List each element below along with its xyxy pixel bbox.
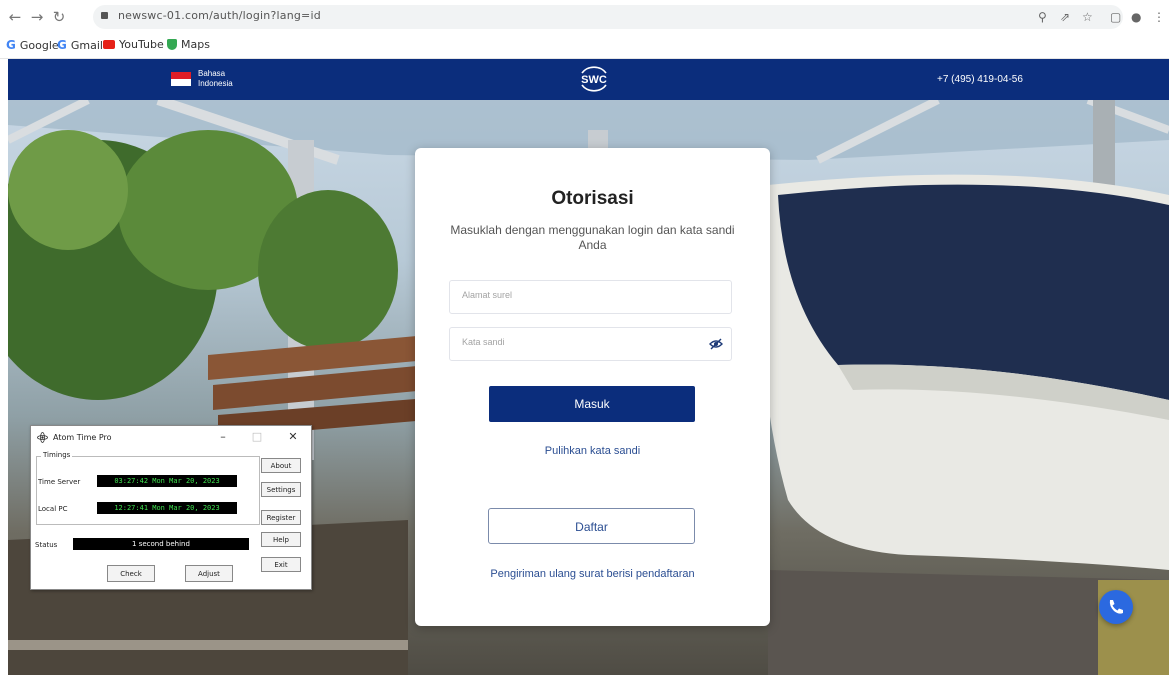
call-button[interactable] <box>1099 590 1133 624</box>
google-g-icon: G <box>57 38 67 52</box>
login-title: Otorisasi <box>551 188 634 209</box>
maximize-icon[interactable]: □ <box>249 430 265 443</box>
settings-button[interactable]: Settings <box>261 482 301 497</box>
swc-logo[interactable]: SWC <box>574 64 614 94</box>
register-button[interactable]: Daftar <box>488 508 695 544</box>
bookmark-google[interactable]: G Google <box>6 38 59 52</box>
zoom-icon[interactable]: ⚲ <box>1038 10 1047 24</box>
profile-avatar-icon[interactable]: ● <box>1131 10 1141 24</box>
atomtime-title: Atom Time Pro <box>53 433 112 442</box>
password-field[interactable] <box>449 327 732 361</box>
password-input[interactable] <box>460 336 704 348</box>
bookmarks-bar: G Google G Gmail YouTube Maps <box>0 34 1169 59</box>
bookmark-star-icon[interactable]: ☆ <box>1082 10 1093 24</box>
sidepanel-icon[interactable]: ▢ <box>1110 10 1121 24</box>
lock-icon[interactable] <box>101 12 108 19</box>
email-input[interactable] <box>460 289 704 301</box>
youtube-icon <box>103 40 115 49</box>
phone-icon <box>1109 600 1123 614</box>
forward-arrow-icon[interactable]: → <box>28 8 46 26</box>
eye-off-icon[interactable] <box>709 338 723 350</box>
check-button[interactable]: Check <box>107 565 155 582</box>
login-card: Otorisasi Masuklah dengan menggunakan lo… <box>415 148 770 626</box>
help-button[interactable]: Help <box>261 532 301 547</box>
atomtime-window: Atom Time Pro – □ ✕ Timings Time Server … <box>30 425 312 590</box>
time-server-label: Time Server <box>38 478 81 486</box>
language-selector[interactable]: Bahasa Indonesia <box>198 69 233 89</box>
bookmark-maps[interactable]: Maps <box>167 38 210 51</box>
exit-button[interactable]: Exit <box>261 557 301 572</box>
indonesia-flag-icon[interactable] <box>171 72 191 86</box>
reload-icon[interactable]: ↻ <box>50 8 68 26</box>
time-server-value: 03:27:42 Mon Mar 20, 2023 <box>97 475 237 487</box>
browser-toolbar: ← → ↻ newswc-01.com/auth/login?lang=id ⚲… <box>0 0 1169 34</box>
menu-kebab-icon[interactable]: ⋮ <box>1153 10 1165 24</box>
adjust-button[interactable]: Adjust <box>185 565 233 582</box>
share-icon[interactable]: ⇗ <box>1060 10 1070 24</box>
local-pc-value: 12:27:41 Mon Mar 20, 2023 <box>97 502 237 514</box>
reset-password-link[interactable]: Pulihkan kata sandi <box>415 445 770 457</box>
local-pc-label: Local PC <box>38 505 68 513</box>
maps-icon <box>167 39 177 50</box>
bookmark-youtube[interactable]: YouTube <box>103 38 164 51</box>
phone-number[interactable]: +7 (495) 419-04-56 <box>937 74 1023 85</box>
bookmark-gmail[interactable]: G Gmail <box>57 38 103 52</box>
timings-group-label: Timings <box>41 451 73 459</box>
svg-text:SWC: SWC <box>581 74 607 86</box>
minimize-icon[interactable]: – <box>215 430 231 443</box>
status-label: Status <box>35 541 58 549</box>
resend-registration-link[interactable]: Pengiriman ulang surat berisi pendaftara… <box>415 568 770 580</box>
login-submit-button[interactable]: Masuk <box>489 386 695 422</box>
close-icon[interactable]: ✕ <box>285 430 301 443</box>
status-value: 1 second behind <box>73 538 249 550</box>
about-button[interactable]: About <box>261 458 301 473</box>
email-field[interactable] <box>449 280 732 314</box>
back-arrow-icon[interactable]: ← <box>6 8 24 26</box>
site-header: Bahasa Indonesia SWC +7 (495) 419-04-56 <box>8 59 1169 100</box>
google-g-icon: G <box>6 38 16 52</box>
atomtime-titlebar[interactable]: Atom Time Pro – □ ✕ <box>31 426 311 450</box>
atom-icon <box>37 432 48 443</box>
login-subtitle: Masuklah dengan menggunakan login dan ka… <box>450 223 735 252</box>
register-app-button[interactable]: Register <box>261 510 301 525</box>
url-text[interactable]: newswc-01.com/auth/login?lang=id <box>118 9 321 22</box>
timings-group: Timings <box>36 451 260 525</box>
